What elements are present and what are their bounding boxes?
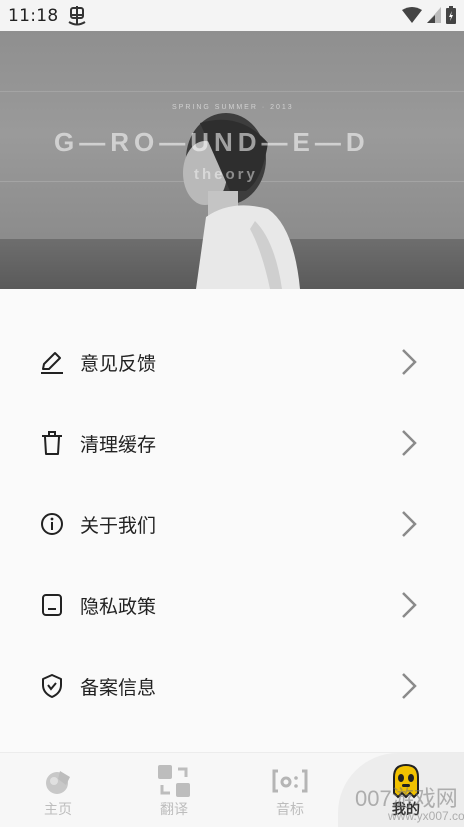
chevron-right-icon bbox=[402, 430, 417, 456]
menu-item-about-us[interactable]: 关于我们 bbox=[0, 494, 464, 554]
menu-item-label: 清理缓存 bbox=[80, 433, 157, 456]
menu-item-clear-cache[interactable]: 清理缓存 bbox=[0, 413, 464, 473]
nav-item-translate[interactable]: 翻译 bbox=[116, 753, 232, 827]
system-icons bbox=[402, 6, 456, 24]
chevron-right-icon bbox=[402, 592, 417, 618]
chevron-right-icon bbox=[402, 511, 417, 537]
menu-item-label: 意见反馈 bbox=[80, 352, 157, 375]
nav-label: 主页 bbox=[44, 802, 72, 818]
status-time: 11:18 bbox=[8, 6, 59, 26]
battery-icon bbox=[446, 6, 456, 24]
menu-item-label: 备案信息 bbox=[80, 676, 157, 699]
banner-sub-text: theory bbox=[194, 166, 258, 183]
phonetic-icon bbox=[272, 769, 308, 793]
menu-item-feedback[interactable]: 意见反馈 bbox=[0, 332, 464, 392]
wifi-icon bbox=[402, 7, 422, 23]
banner-season-text: SPRING SUMMER · 2013 bbox=[172, 104, 294, 111]
hero-banner: SPRING SUMMER · 2013 G—RO—UND—E—D theory bbox=[0, 31, 464, 289]
nav-item-home[interactable]: 主页 bbox=[0, 753, 116, 827]
model-figure bbox=[183, 113, 300, 289]
info-icon bbox=[39, 511, 65, 537]
menu-item-label: 关于我们 bbox=[80, 514, 157, 537]
banner-brand-text: G—RO—UND—E—D bbox=[54, 127, 370, 157]
settings-menu: 意见反馈 清理缓存 关于我们 隐私政策 备案信息 bbox=[0, 289, 464, 752]
bottom-nav: 主页 翻译 音标 我的 007游戏网 www.yx007.com bbox=[0, 752, 464, 827]
profile-mascot-icon bbox=[393, 763, 419, 799]
nav-item-phonetic[interactable]: 音标 bbox=[232, 753, 348, 827]
bug-icon bbox=[68, 6, 86, 26]
status-bar: 11:18 bbox=[0, 0, 464, 31]
signal-icon bbox=[427, 7, 441, 23]
chevron-right-icon bbox=[402, 673, 417, 699]
nav-label: 我的 bbox=[392, 802, 420, 818]
trash-icon bbox=[39, 430, 65, 456]
nav-label: 翻译 bbox=[160, 802, 188, 818]
chevron-right-icon bbox=[402, 349, 417, 375]
nav-item-profile[interactable]: 我的 bbox=[348, 753, 464, 827]
translate-icon bbox=[158, 765, 190, 797]
menu-item-filing-info[interactable]: 备案信息 bbox=[0, 656, 464, 716]
shield-icon bbox=[39, 673, 65, 699]
home-icon bbox=[46, 771, 70, 794]
nav-label: 音标 bbox=[276, 802, 304, 818]
edit-icon bbox=[39, 349, 65, 375]
menu-item-label: 隐私政策 bbox=[80, 595, 157, 618]
document-icon bbox=[39, 592, 65, 618]
menu-item-privacy-policy[interactable]: 隐私政策 bbox=[0, 575, 464, 635]
